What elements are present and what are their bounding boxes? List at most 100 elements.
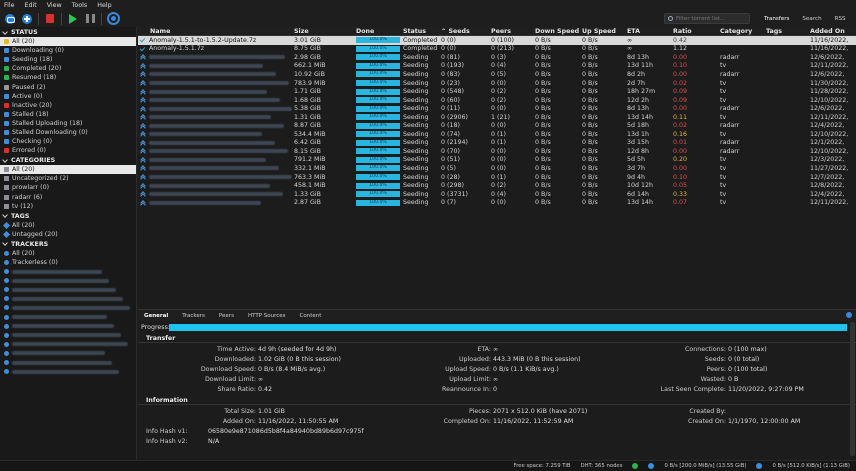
table-row[interactable]: Anomaly-1.5.1-to-1.5.2-Update.7z 3.01 GiB…: [138, 36, 856, 45]
sidebar-tracker-item[interactable]: [0, 331, 136, 340]
column-size[interactable]: Size: [292, 28, 354, 35]
options-button[interactable]: [106, 12, 120, 25]
table-row[interactable]: 8.87 GiB 100.0% Seeding 0 (18) 0 (0) 0 B/s 0 B…: [138, 121, 856, 130]
table-row[interactable]: Anomaly-1.5.1.7z 8.75 GiB 100.0% Completed 0…: [138, 45, 856, 54]
sidebar-status-item[interactable]: Paused (2): [0, 82, 136, 91]
details-scrollbar[interactable]: [850, 322, 855, 456]
tab-content[interactable]: Content: [300, 313, 322, 319]
tab-peers[interactable]: Peers: [219, 313, 234, 319]
column-status[interactable]: Status: [401, 28, 439, 35]
sidebar-status-item[interactable]: Stalled Uploading (18): [0, 119, 136, 128]
column-up-speed[interactable]: Up Speed: [580, 28, 625, 35]
torrent-filter-box[interactable]: [664, 13, 750, 24]
table-row[interactable]: 662.1 MiB 100.0% Seeding 0 (193) 0 (4) 0 B/s 0…: [138, 62, 856, 71]
connection-status-icon[interactable]: [632, 463, 639, 469]
add-torrent-file-button[interactable]: [21, 13, 33, 25]
sidebar-category-item[interactable]: All (20): [0, 165, 136, 175]
torrent-filter-input[interactable]: [676, 15, 746, 22]
table-row[interactable]: 791.2 MiB 100.0% Seeding 0 (51) 0 (0) 0 B/s 0 …: [138, 156, 856, 165]
menu-help[interactable]: Help: [97, 2, 111, 9]
menu-view[interactable]: View: [47, 2, 62, 9]
table-row[interactable]: 458.1 MiB 100.0% Seeding 0 (298) 0 (2) 0 B/s 0…: [138, 181, 856, 190]
sidebar-tracker-item[interactable]: Trackerless (0): [0, 258, 136, 267]
sidebar-category-item[interactable]: radarr (6): [0, 193, 136, 202]
sidebar-tracker-item[interactable]: [0, 285, 136, 294]
sidebar-tracker-item[interactable]: [0, 322, 136, 331]
table-row[interactable]: 2.98 GiB 100.0% Seeding 0 (81) 0 (3) 0 B/s 0 B…: [138, 53, 856, 62]
column-ratio[interactable]: Ratio: [671, 28, 718, 35]
sidebar-tag-item[interactable]: Untagged (20): [0, 230, 136, 239]
column-eta[interactable]: ETA: [625, 28, 671, 35]
table-row[interactable]: 1.71 GiB 100.0% Seeding 0 (548) 0 (2) 0 B/s 0 …: [138, 87, 856, 96]
column-name[interactable]: Name: [138, 28, 292, 35]
sidebar-tracker-item[interactable]: [0, 267, 136, 276]
table-row[interactable]: 1.31 GiB 100.0% Seeding 0 (2906) 1 (21) 0 B/s…: [138, 113, 856, 122]
table-row[interactable]: 763.3 MiB 100.0% Seeding 0 (28) 0 (1) 0 B/s 0 …: [138, 173, 856, 182]
delete-torrent-button[interactable]: [44, 13, 56, 25]
column-category[interactable]: Category: [718, 28, 764, 35]
torrent-name: Anomaly-1.5.1-to-1.5.2-Update.7z: [149, 36, 257, 44]
trackers-section-header[interactable]: TRACKERS: [0, 240, 136, 249]
categories-section-header[interactable]: CATEGORIES: [0, 156, 136, 165]
sidebar-category-item[interactable]: Uncategorized (2): [0, 174, 136, 183]
tab-trackers[interactable]: Trackers: [182, 313, 205, 319]
table-row[interactable]: 5.38 GiB 100.0% Seeding 0 (11) 0 (0) 0 B/s 0 B…: [138, 104, 856, 113]
table-row[interactable]: 10.92 GiB 100.0% Seeding 0 (83) 0 (5) 0 B/s 0 …: [138, 70, 856, 79]
sidebar-status-item[interactable]: All (20): [0, 37, 136, 47]
menu-tools[interactable]: Tools: [72, 2, 88, 9]
sidebar-tracker-item[interactable]: [0, 340, 136, 349]
column-added-on[interactable]: Added On: [808, 28, 856, 35]
sidebar-status-item[interactable]: Stalled (18): [0, 110, 136, 119]
sidebar-tracker-item[interactable]: [0, 367, 136, 376]
sidebar-status-item[interactable]: Inactive (20): [0, 101, 136, 110]
pause-button[interactable]: [84, 13, 96, 25]
column-down-speed[interactable]: Down Speed: [533, 28, 580, 35]
details-settings-icon[interactable]: [846, 312, 852, 318]
sidebar-status-item[interactable]: Checking (0): [0, 137, 136, 146]
tab-rss[interactable]: RSS: [835, 16, 846, 22]
upload-speed[interactable]: 0 B/s [512.0 KiB/s] (1.13 GiB): [772, 463, 850, 469]
sidebar-tracker-item[interactable]: [0, 313, 136, 322]
sidebar-status-item[interactable]: Active (0): [0, 92, 136, 101]
menu-edit[interactable]: Edit: [25, 2, 37, 9]
download-speed[interactable]: 0 B/s [200.0 MiB/s] (13.55 GiB): [664, 463, 746, 469]
add-torrent-link-button[interactable]: [4, 13, 16, 25]
column-peers[interactable]: Peers: [489, 28, 533, 35]
table-row[interactable]: 6.42 GiB 100.0% Seeding 0 (2194) 0 (1) 0 B/s 0…: [138, 139, 856, 148]
sidebar-item-label: Stalled Downloading (0): [12, 128, 88, 136]
sidebar-tracker-item[interactable]: [0, 276, 136, 285]
resume-button[interactable]: [67, 13, 79, 25]
sidebar-status-item[interactable]: Resumed (18): [0, 73, 136, 82]
column-seeds[interactable]: ⌃ Seeds: [439, 28, 489, 35]
sidebar-tracker-item[interactable]: [0, 358, 136, 367]
column-tags[interactable]: Tags: [764, 28, 808, 35]
tags-section-header[interactable]: TAGS: [0, 212, 136, 221]
sidebar-status-item[interactable]: Stalled Downloading (0): [0, 128, 136, 137]
sidebar-tag-item[interactable]: All (20): [0, 221, 136, 230]
sidebar-status-item[interactable]: Errored (0): [0, 146, 136, 155]
sidebar-tracker-item[interactable]: [0, 303, 136, 312]
sidebar-category-item[interactable]: prowlarr (0): [0, 183, 136, 192]
tab-search[interactable]: Search: [802, 16, 821, 22]
table-row[interactable]: 2.87 GiB 100.0% Seeding 0 (7) 0 (0) 0 B/s 0 B/…: [138, 198, 856, 207]
tab-transfers[interactable]: Transfers: [764, 16, 789, 22]
menu-file[interactable]: File: [4, 2, 15, 9]
table-row[interactable]: 1.33 GiB 100.0% Seeding 0 (3731) 0 (4) 0 B/s 0…: [138, 190, 856, 199]
cell-ratio: 0.09: [673, 88, 688, 96]
sidebar-status-item[interactable]: Completed (20): [0, 64, 136, 73]
table-row[interactable]: 332.1 MiB 100.0% Seeding 0 (5) 0 (0) 0 B/s 0 B…: [138, 164, 856, 173]
tab-http-sources[interactable]: HTTP Sources: [248, 313, 286, 319]
table-row[interactable]: 534.4 MiB 100.0% Seeding 0 (74) 0 (1) 0 B/s 0 …: [138, 130, 856, 139]
sidebar-tracker-item[interactable]: All (20): [0, 249, 136, 258]
status-section-header[interactable]: STATUS: [0, 28, 136, 37]
table-row[interactable]: 8.15 GiB 100.0% Seeding 0 (70) 0 (0) 0 B/s 0 B…: [138, 147, 856, 156]
sidebar-tracker-item[interactable]: [0, 294, 136, 303]
column-done[interactable]: Done: [354, 28, 401, 35]
sidebar-category-item[interactable]: tv (12): [0, 202, 136, 211]
tab-general[interactable]: General: [144, 313, 168, 319]
sidebar-status-item[interactable]: Seeding (18): [0, 55, 136, 64]
table-row[interactable]: 1.68 GiB 100.0% Seeding 0 (60) 0 (2) 0 B/s 0 B…: [138, 96, 856, 105]
sidebar-status-item[interactable]: Downloading (0): [0, 46, 136, 55]
table-row[interactable]: 783.9 MiB 100.0% Seeding 0 (23) 0 (0) 0 B/s 0 …: [138, 79, 856, 88]
sidebar-tracker-item[interactable]: [0, 349, 136, 358]
